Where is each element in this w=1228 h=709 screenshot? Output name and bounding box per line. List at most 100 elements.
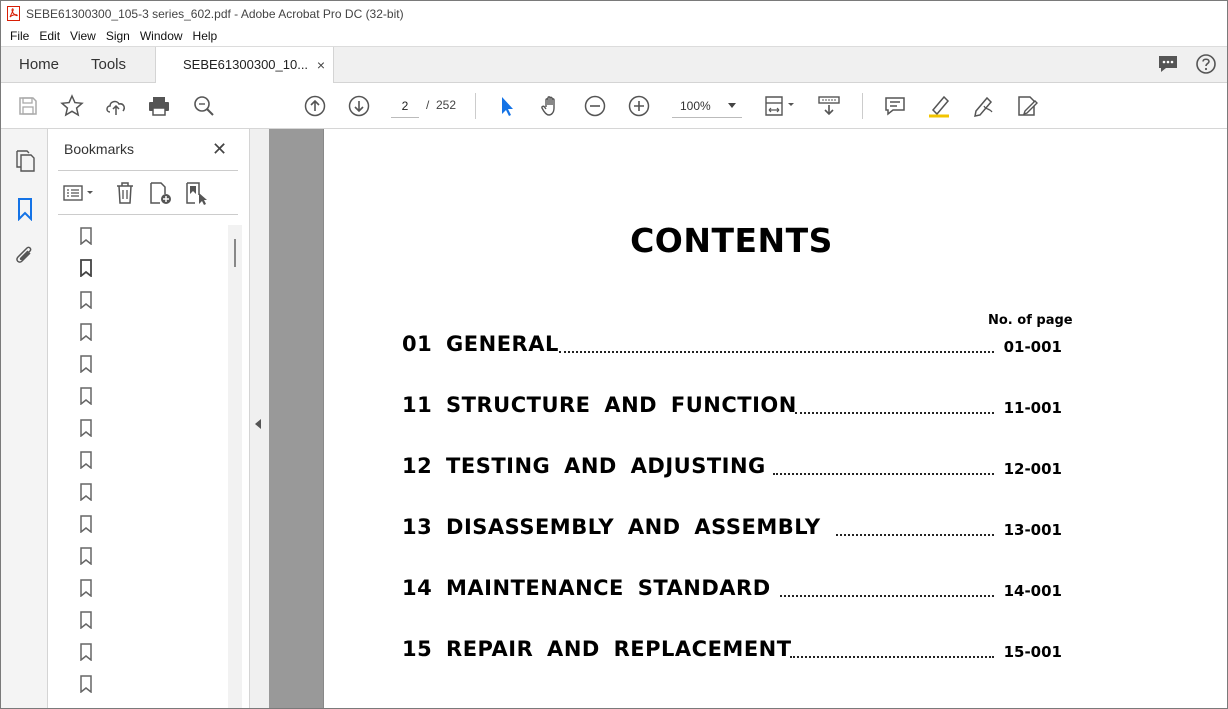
bookmark-icon [80, 643, 92, 661]
hand-tool-button[interactable] [539, 94, 563, 118]
scroll-mode-button[interactable] [817, 94, 841, 118]
next-page-button[interactable] [347, 94, 371, 118]
tab-tools[interactable]: Tools [91, 47, 126, 83]
magnifier-search-icon [194, 96, 214, 116]
comment-bubble-icon[interactable] [1157, 53, 1179, 75]
help-icon[interactable] [1195, 53, 1217, 75]
bookmarks-panel-button[interactable] [13, 197, 37, 221]
bookmark-icon [80, 355, 92, 373]
window-title: SEBE61300300_105-3 series_602.pdf - Adob… [26, 6, 404, 21]
main-toolbar: / 252 100% [1, 83, 1227, 129]
menu-file[interactable]: File [5, 26, 34, 46]
printer-icon [149, 97, 169, 116]
toc-label: 12 TESTING AND ADJUSTING [402, 454, 766, 478]
select-tool-button[interactable] [495, 94, 519, 118]
page-fit-button[interactable] [763, 94, 797, 118]
pdf-page: CONTENTS No. of page 01 GENERAL 01-001 1… [323, 129, 1227, 708]
toc-page-number: 13-001 [1003, 521, 1062, 539]
bookmark-options-button[interactable] [62, 179, 98, 207]
title-bar: SEBE61300300_105-3 series_602.pdf - Adob… [1, 1, 1227, 26]
bookmark-icon [80, 259, 92, 277]
page-thumbnails-button[interactable] [13, 149, 37, 173]
menu-help[interactable]: Help [188, 26, 223, 46]
bookmark-icon [80, 227, 92, 245]
bookmark-item[interactable] [78, 353, 94, 375]
hand-icon [541, 96, 555, 116]
comment-button[interactable] [883, 94, 907, 118]
menu-sign[interactable]: Sign [101, 26, 135, 46]
toc-leader-dots [795, 410, 994, 414]
page-title: CONTENTS [630, 221, 833, 260]
fill-sign-button[interactable] [1015, 94, 1039, 118]
bookmarks-header: Bookmarks [64, 141, 135, 157]
zoom-in-button[interactable] [627, 94, 651, 118]
bookmark-from-selection-button[interactable] [184, 179, 210, 207]
tab-document-label: SEBE61300300_10... [183, 57, 309, 72]
paperclip-icon [16, 246, 32, 263]
tab-close-button[interactable]: × [317, 47, 325, 83]
toolbar-divider [475, 93, 476, 119]
no-of-page-label: No. of page [988, 313, 1073, 328]
tab-home[interactable]: Home [19, 47, 59, 83]
star-icon [60, 94, 84, 117]
bookmark-icon [80, 547, 92, 565]
bookmark-item[interactable] [78, 321, 94, 343]
bookmark-item[interactable] [78, 641, 94, 663]
bookmark-icon [80, 611, 92, 629]
bookmark-icon [80, 451, 92, 469]
toc-row: 11 STRUCTURE AND FUNCTION 11-001 [402, 388, 1062, 418]
bookmark-item[interactable] [78, 257, 94, 279]
highlight-button[interactable] [927, 94, 951, 118]
draw-button[interactable] [971, 94, 995, 118]
bookmark-item[interactable] [78, 417, 94, 439]
page-number-input[interactable] [391, 94, 419, 118]
bookmark-cursor-icon [186, 182, 207, 205]
bookmark-icon [80, 387, 92, 405]
new-bookmark-button[interactable] [148, 179, 174, 207]
bookmark-item[interactable] [78, 673, 94, 695]
attachments-button[interactable] [13, 243, 37, 267]
acrobat-pdf-icon [7, 6, 20, 21]
bookmarks-scrollbar[interactable] [228, 225, 242, 708]
toc-label: 13 DISASSEMBLY AND ASSEMBLY [402, 515, 821, 539]
toc-row: 01 GENERAL 01-001 [402, 327, 1062, 357]
collapse-left-icon[interactable] [255, 419, 261, 429]
arrow-down-circle-icon [348, 95, 370, 117]
bookmark-item[interactable] [78, 289, 94, 311]
minus-circle-icon [584, 95, 606, 117]
bookmark-item[interactable] [78, 609, 94, 631]
document-margin [269, 129, 323, 708]
upload-button[interactable] [104, 94, 128, 118]
scrollbar-thumb[interactable] [234, 239, 236, 267]
tab-document[interactable]: SEBE61300300_10... × [155, 47, 334, 84]
bookmark-item[interactable] [78, 225, 94, 247]
zoom-out-button[interactable] [583, 94, 607, 118]
search-button[interactable] [192, 94, 216, 118]
menu-edit[interactable]: Edit [34, 26, 65, 46]
chevron-down-icon [728, 103, 736, 108]
bookmark-icon [80, 323, 92, 341]
print-button[interactable] [147, 94, 171, 118]
menu-window[interactable]: Window [135, 26, 188, 46]
list-options-icon [63, 185, 93, 201]
bookmark-item[interactable] [78, 577, 94, 599]
toolbar-divider [862, 93, 863, 119]
bookmark-item[interactable] [78, 513, 94, 535]
toc-leader-dots [790, 654, 994, 658]
bookmark-item[interactable] [78, 449, 94, 471]
bookmark-item[interactable] [78, 481, 94, 503]
bookmarks-close-button[interactable]: ✕ [212, 139, 227, 160]
page-total: 252 [436, 98, 457, 112]
menu-view[interactable]: View [65, 26, 101, 46]
bookmark-star-button[interactable] [60, 94, 84, 118]
bookmark-item[interactable] [78, 545, 94, 567]
delete-bookmark-button[interactable] [114, 179, 136, 207]
panel-collapse-strip[interactable] [250, 129, 269, 708]
bookmarks-panel: Bookmarks ✕ [48, 129, 250, 708]
zoom-dropdown[interactable]: 100% [672, 94, 742, 118]
prev-page-button[interactable] [303, 94, 327, 118]
toc-leader-dots [836, 532, 994, 536]
save-button[interactable] [16, 94, 40, 118]
bookmark-item[interactable] [78, 385, 94, 407]
document-sign-icon [1018, 96, 1038, 116]
